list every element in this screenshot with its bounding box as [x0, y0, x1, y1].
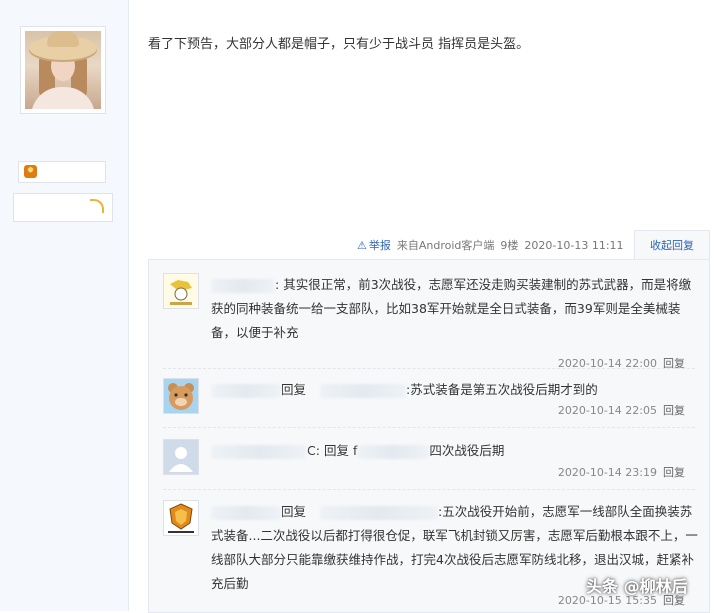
report-link[interactable]: ⚠ 举报 — [357, 237, 391, 253]
post-source: 来自Android客户端 — [396, 239, 495, 252]
curl-icon — [90, 199, 104, 213]
reply-button[interactable]: 回复 — [663, 466, 685, 479]
avatar-photo — [25, 31, 101, 109]
post-content: 看了下预告，大部分人都是帽子，只有少于战斗员 指挥员是头盔。 — [148, 37, 530, 52]
reply-content: C: 回复 f 四次战役后期 — [211, 439, 701, 463]
reply-content: : 其实很正常，前3次战役，志愿军还没走购买装建制的苏式武器，而是将缴获的同种装… — [211, 277, 692, 340]
member-badge[interactable] — [13, 193, 113, 222]
list-item: 回复:苏式装备是第五次战役后期才到的 2020-10-14 22:05 回复 — [163, 378, 695, 428]
medal-icon: ✹ — [24, 165, 37, 178]
divider — [163, 427, 695, 428]
post-meta: ⚠ 举报 来自Android客户端 9楼 2020-10-13 11:11 — [357, 237, 624, 253]
reply-button[interactable]: 回复 — [663, 404, 685, 417]
level-badge[interactable]: ✹ — [18, 161, 106, 183]
warning-icon: ⚠ — [357, 238, 367, 252]
list-item: : 其实很正常，前3次战役，志愿军还没走购买装建制的苏式武器，而是将缴获的同种装… — [163, 273, 695, 373]
reply-footer: 2020-10-14 23:19 回复 — [557, 466, 685, 479]
watermark: 头条 @柳林后 — [586, 577, 688, 596]
post-time: 2020-10-13 11:11 — [524, 238, 624, 252]
list-item: C: 回复 f 四次战役后期 2020-10-14 23:19 回复 — [163, 439, 695, 489]
avatar[interactable] — [20, 26, 106, 114]
default-user-icon[interactable] — [163, 439, 199, 475]
divider — [163, 368, 695, 369]
reply-list: : 其实很正常，前3次战役，志愿军还没走购买装建制的苏式武器，而是将缴获的同种装… — [148, 259, 710, 613]
post-floor: 9楼 — [500, 239, 519, 252]
user-sidebar: ✹ — [0, 0, 129, 611]
collapse-replies-button[interactable]: 收起回复 — [634, 230, 710, 261]
shield-logo-icon[interactable] — [163, 500, 199, 536]
reply-content: 回复:苏式装备是第五次战役后期才到的 — [211, 378, 701, 402]
reply-footer: 2020-10-14 22:05 回复 — [557, 404, 685, 417]
bear-icon[interactable] — [163, 378, 199, 414]
cartoon-icon[interactable] — [163, 273, 199, 309]
divider — [163, 489, 695, 490]
